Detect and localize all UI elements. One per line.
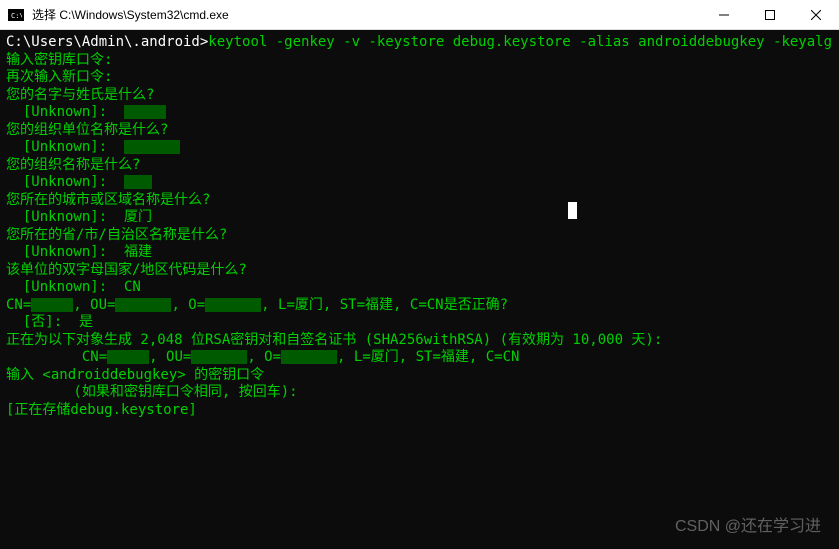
close-button[interactable] xyxy=(793,0,839,30)
output-line: (如果和密钥库口令相同, 按回车): xyxy=(6,384,833,402)
prompt-path: C:\Users\Admin\.android> xyxy=(6,34,208,50)
output-line: 输入密钥库口令: xyxy=(6,52,833,70)
redacted-value xyxy=(281,350,337,364)
redacted-value xyxy=(124,175,152,189)
minimize-button[interactable] xyxy=(701,0,747,30)
cmd-icon: C:\ xyxy=(8,9,24,21)
redacted-value xyxy=(191,350,247,364)
window-controls xyxy=(701,0,839,30)
output-line: 输入 <androiddebugkey> 的密钥口令 xyxy=(6,367,833,385)
output-line: 您的名字与姓氏是什么? xyxy=(6,87,833,105)
window-titlebar: C:\ 选择 C:\Windows\System32\cmd.exe xyxy=(0,0,839,30)
output-line: [Unknown]: xyxy=(6,174,833,192)
output-line: CN=, OU=, O=, L=厦门, ST=福建, C=CN xyxy=(6,349,833,367)
output-line: [Unknown]: CN xyxy=(6,279,833,297)
redacted-value xyxy=(31,298,73,312)
text-cursor xyxy=(568,202,577,219)
output-line: 您的组织单位名称是什么? xyxy=(6,122,833,140)
output-line: [Unknown]: 厦门 xyxy=(6,209,833,227)
output-line: 再次输入新口令: xyxy=(6,69,833,87)
command-text: keytool -genkey -v -keystore debug.keyst… xyxy=(208,34,839,50)
output-line: [正在存储debug.keystore] xyxy=(6,402,833,420)
window-title: 选择 C:\Windows\System32\cmd.exe xyxy=(32,6,701,23)
terminal-output[interactable]: C:\Users\Admin\.android>keytool -genkey … xyxy=(0,30,839,549)
output-line: 该单位的双字母国家/地区代码是什么? xyxy=(6,262,833,280)
svg-text:C:\: C:\ xyxy=(11,12,22,20)
redacted-value xyxy=(124,105,166,119)
output-line: 您所在的城市或区域名称是什么? xyxy=(6,192,833,210)
redacted-value xyxy=(115,298,171,312)
redacted-value xyxy=(107,350,149,364)
output-line: CN=, OU=, O=, L=厦门, ST=福建, C=CN是否正确? xyxy=(6,297,833,315)
redacted-value xyxy=(124,140,180,154)
maximize-button[interactable] xyxy=(747,0,793,30)
output-line: 您所在的省/市/自治区名称是什么? xyxy=(6,227,833,245)
output-line: [Unknown]: xyxy=(6,139,833,157)
output-line: [Unknown]: xyxy=(6,104,833,122)
output-line: 您的组织名称是什么? xyxy=(6,157,833,175)
watermark: CSDN @还在学习进 xyxy=(675,518,821,536)
prompt-line: C:\Users\Admin\.android>keytool -genkey … xyxy=(6,34,833,52)
output-line: [否]: 是 xyxy=(6,314,833,332)
output-line: [Unknown]: 福建 xyxy=(6,244,833,262)
redacted-value xyxy=(205,298,261,312)
output-line: 正在为以下对象生成 2,048 位RSA密钥对和自签名证书 (SHA256wit… xyxy=(6,332,833,350)
